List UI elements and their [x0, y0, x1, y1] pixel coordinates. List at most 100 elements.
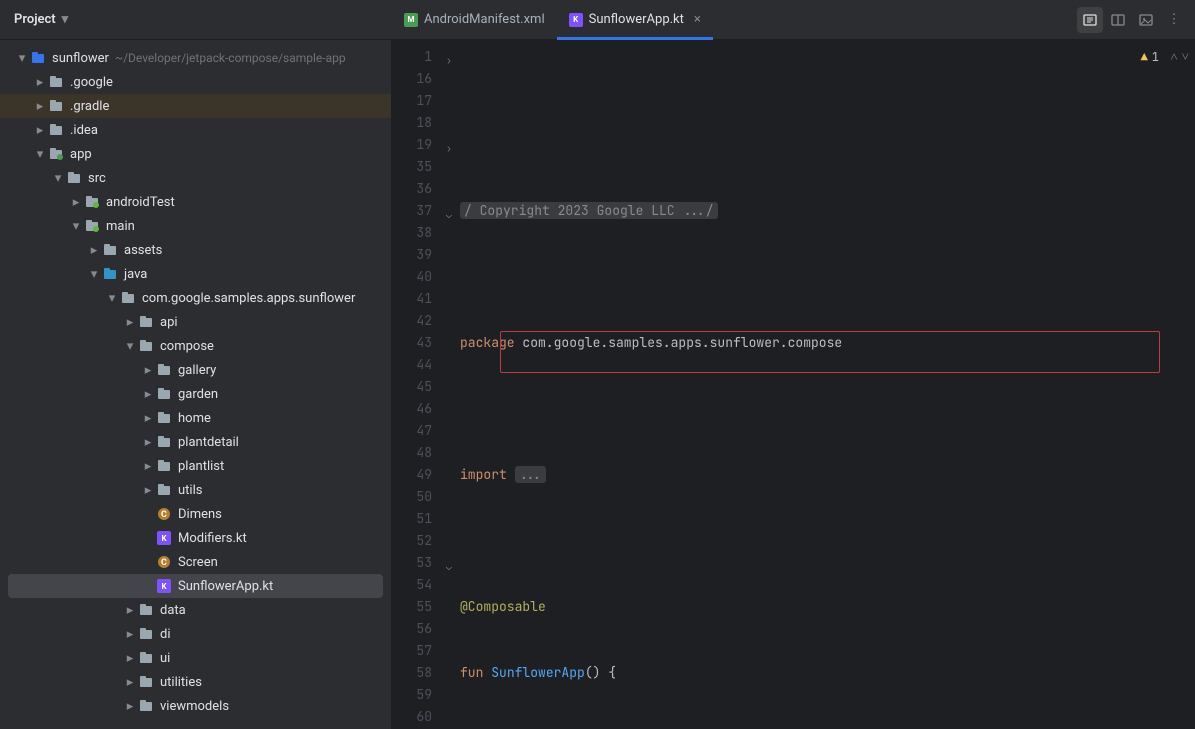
- line-number[interactable]: 37⌄: [392, 200, 454, 222]
- layout-design-button[interactable]: [1133, 7, 1159, 33]
- tree-item[interactable]: com.google.samples.apps.sunflower: [0, 286, 391, 310]
- line-number[interactable]: 42: [392, 310, 454, 332]
- expand-icon[interactable]: [32, 123, 48, 138]
- project-label: Project: [14, 12, 56, 27]
- line-number[interactable]: 39: [392, 244, 454, 266]
- expand-icon[interactable]: [140, 387, 156, 402]
- line-number[interactable]: 1›: [392, 46, 454, 68]
- tree-item[interactable]: java: [0, 262, 391, 286]
- warnings-badge[interactable]: ▲ 1: [1141, 46, 1159, 68]
- tree-item[interactable]: di: [0, 622, 391, 646]
- tree-item[interactable]: utils: [0, 478, 391, 502]
- expand-icon[interactable]: [32, 99, 48, 114]
- layout-split-button[interactable]: [1105, 7, 1131, 33]
- expand-icon[interactable]: [68, 195, 84, 210]
- expand-icon[interactable]: [122, 699, 138, 714]
- tree-item[interactable]: app: [0, 142, 391, 166]
- line-number[interactable]: 16: [392, 68, 454, 90]
- expand-icon[interactable]: [122, 315, 138, 330]
- tree-item[interactable]: .google: [0, 70, 391, 94]
- tree-item[interactable]: sunflower~/Developer/jetpack-compose/sam…: [0, 46, 391, 70]
- expand-icon[interactable]: [86, 243, 102, 258]
- collapse-icon[interactable]: [86, 267, 102, 282]
- tree-item[interactable]: main: [0, 214, 391, 238]
- tree-item[interactable]: data: [0, 598, 391, 622]
- tree-item[interactable]: .idea: [0, 118, 391, 142]
- tree-item[interactable]: compose: [0, 334, 391, 358]
- collapse-icon[interactable]: [122, 339, 138, 354]
- tree-item[interactable]: androidTest: [0, 190, 391, 214]
- line-number[interactable]: 38: [392, 222, 454, 244]
- expand-icon[interactable]: [122, 627, 138, 642]
- line-number[interactable]: 36: [392, 178, 454, 200]
- tree-item[interactable]: viewmodels: [0, 694, 391, 718]
- tree-item[interactable]: plantlist: [0, 454, 391, 478]
- expand-icon[interactable]: [122, 651, 138, 666]
- line-number[interactable]: 54: [392, 574, 454, 596]
- tree-item[interactable]: ui: [0, 646, 391, 670]
- line-number[interactable]: 51: [392, 508, 454, 530]
- line-number[interactable]: 35: [392, 156, 454, 178]
- tree-item[interactable]: assets: [0, 238, 391, 262]
- expand-icon[interactable]: [140, 459, 156, 474]
- prev-highlight-button[interactable]: ˄: [1170, 46, 1177, 68]
- expand-icon[interactable]: [140, 411, 156, 426]
- line-number[interactable]: 41: [392, 288, 454, 310]
- collapse-icon[interactable]: [50, 171, 66, 186]
- tree-item[interactable]: KSunflowerApp.kt: [8, 574, 383, 598]
- expand-icon[interactable]: [140, 363, 156, 378]
- line-number[interactable]: 40: [392, 266, 454, 288]
- tree-item[interactable]: src: [0, 166, 391, 190]
- tree-item[interactable]: api: [0, 310, 391, 334]
- expand-icon[interactable]: [140, 483, 156, 498]
- line-number[interactable]: 57: [392, 640, 454, 662]
- collapse-icon[interactable]: [14, 51, 30, 66]
- line-number[interactable]: 44: [392, 354, 454, 376]
- expand-icon[interactable]: [140, 435, 156, 450]
- close-icon[interactable]: ×: [694, 12, 701, 27]
- line-number[interactable]: 49: [392, 464, 454, 486]
- line-number[interactable]: 58: [392, 662, 454, 684]
- line-number[interactable]: 50: [392, 486, 454, 508]
- tree-item[interactable]: KModifiers.kt: [0, 526, 391, 550]
- tree-label: src: [88, 171, 106, 186]
- expand-icon[interactable]: [32, 75, 48, 90]
- tree-item[interactable]: home: [0, 406, 391, 430]
- line-number[interactable]: 53⌄: [392, 552, 454, 574]
- layout-code-button[interactable]: [1077, 7, 1103, 33]
- collapse-icon[interactable]: [32, 147, 48, 162]
- line-number[interactable]: 60: [392, 706, 454, 728]
- project-tree[interactable]: sunflower~/Developer/jetpack-compose/sam…: [0, 40, 392, 729]
- code[interactable]: ▲ 1 ˄ ˅ / Copyright 2023 Google LLC .../…: [454, 40, 1195, 729]
- line-number[interactable]: 46: [392, 398, 454, 420]
- tree-item[interactable]: utilities: [0, 670, 391, 694]
- line-number[interactable]: 59: [392, 684, 454, 706]
- tree-item[interactable]: .gradle: [0, 94, 391, 118]
- tree-item[interactable]: CScreen: [0, 550, 391, 574]
- line-number[interactable]: 56: [392, 618, 454, 640]
- editor-tab[interactable]: KSunflowerApp.kt×: [557, 0, 713, 39]
- collapse-icon[interactable]: [68, 219, 84, 234]
- line-number[interactable]: 52: [392, 530, 454, 552]
- folded-copyright[interactable]: / Copyright 2023 Google LLC .../: [460, 202, 718, 219]
- line-number[interactable]: 19›: [392, 134, 454, 156]
- line-number[interactable]: 48: [392, 442, 454, 464]
- line-number[interactable]: 45: [392, 376, 454, 398]
- line-number[interactable]: 17: [392, 90, 454, 112]
- more-button[interactable]: ⋮: [1161, 7, 1187, 33]
- next-highlight-button[interactable]: ˅: [1182, 46, 1189, 68]
- line-number[interactable]: 18: [392, 112, 454, 134]
- project-panel-header[interactable]: Project: [0, 0, 392, 39]
- editor-tab[interactable]: MAndroidManifest.xml: [392, 0, 557, 39]
- line-number[interactable]: 47: [392, 420, 454, 442]
- tree-item[interactable]: plantdetail: [0, 430, 391, 454]
- line-number[interactable]: 55: [392, 596, 454, 618]
- tree-item[interactable]: gallery: [0, 358, 391, 382]
- tree-item[interactable]: CDimens: [0, 502, 391, 526]
- folded-imports[interactable]: ...: [515, 466, 546, 483]
- collapse-icon[interactable]: [104, 291, 120, 306]
- tree-item[interactable]: garden: [0, 382, 391, 406]
- line-number[interactable]: 43: [392, 332, 454, 354]
- expand-icon[interactable]: [122, 675, 138, 690]
- expand-icon[interactable]: [122, 603, 138, 618]
